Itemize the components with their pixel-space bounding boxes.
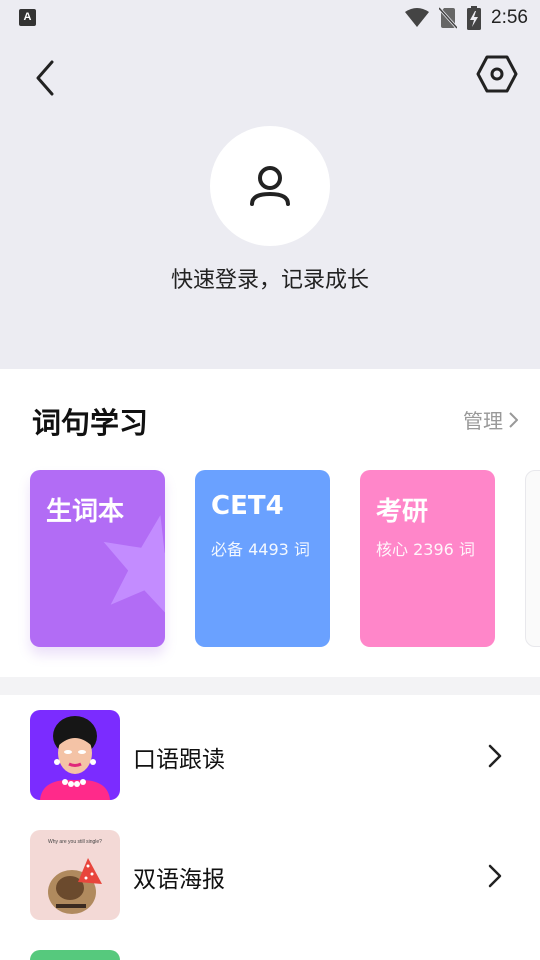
back-button[interactable]	[28, 58, 62, 98]
section-title: 词句学习	[32, 406, 149, 440]
manage-label: 管理	[463, 409, 503, 433]
poster-caption: Why are you still single?	[48, 839, 102, 845]
manage-link[interactable]: 管理	[463, 405, 518, 434]
dog-party-poster-thumbnail: Why are you still single?	[30, 830, 120, 920]
battery-charging-icon	[467, 6, 482, 30]
list-item-poster[interactable]: Why are you still single? 双语海报	[0, 820, 540, 920]
card-title: 生词本	[46, 497, 125, 527]
card-subtitle: 核心 2396 词	[376, 540, 475, 559]
card-title: 考研	[376, 497, 429, 527]
chevron-right-icon	[509, 411, 518, 428]
cartoon-woman-thumbnail	[30, 710, 120, 800]
chevron-right-icon	[488, 744, 502, 768]
star-icon	[103, 515, 165, 614]
section-divider	[0, 677, 540, 695]
vocab-book-card[interactable]: 生词本	[30, 470, 165, 647]
list-item-thumbnail-partial[interactable]	[30, 950, 120, 960]
settings-button[interactable]	[474, 52, 520, 96]
kaoyan-card[interactable]: 考研 核心 2396 词	[360, 470, 495, 647]
status-time: 2:56	[491, 7, 528, 28]
cet4-card[interactable]: CET4 必备 4493 词	[195, 470, 330, 647]
no-sim-icon	[439, 7, 458, 29]
user-icon	[250, 166, 290, 206]
card-subtitle: 必备 4493 词	[211, 540, 310, 559]
notification-a-icon: A	[19, 9, 36, 26]
list-item-speaking[interactable]: 口语跟读	[0, 700, 540, 800]
settings-hexagon-icon	[476, 55, 518, 93]
next-card-peek[interactable]	[525, 470, 540, 647]
avatar[interactable]	[210, 126, 330, 246]
card-title: CET4	[211, 491, 284, 521]
profile-header: A 2:56 快速登录，记录成长	[0, 0, 540, 369]
wifi-icon	[405, 8, 430, 27]
status-icons: 2:56	[405, 6, 528, 30]
back-arrow-icon	[36, 60, 54, 96]
list-item-label: 口语跟读	[133, 747, 225, 773]
login-prompt[interactable]: 快速登录，记录成长	[0, 262, 540, 294]
list-item-label: 双语海报	[133, 867, 225, 893]
chevron-right-icon	[488, 864, 502, 888]
status-bar: A 2:56	[0, 0, 540, 36]
